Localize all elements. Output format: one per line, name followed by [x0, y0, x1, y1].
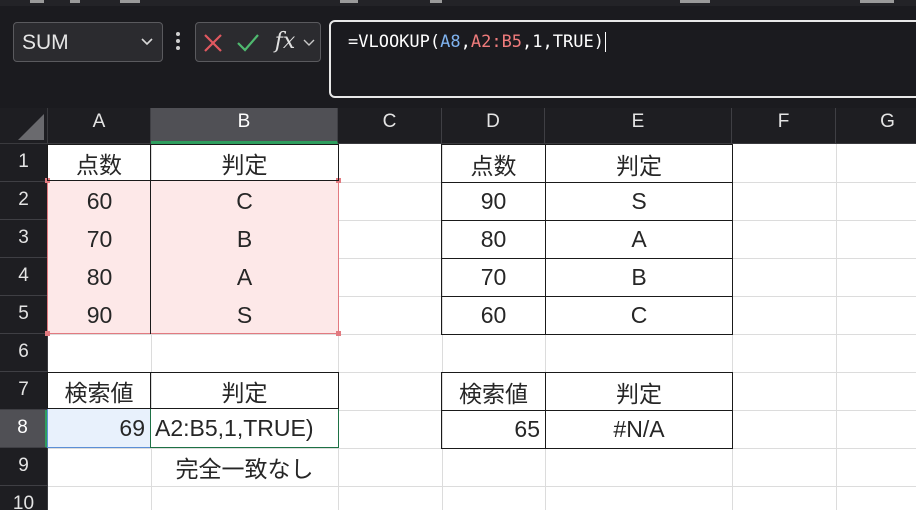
cell-d3[interactable]: 80: [441, 220, 546, 259]
chevron-down-icon[interactable]: [302, 36, 316, 50]
column-header-e[interactable]: E: [545, 108, 732, 144]
cell-e8[interactable]: #N/A: [545, 410, 733, 449]
formula-text: =VLOOKUP(A8,A2:B5,1,TRUE): [348, 32, 606, 52]
column-header-c[interactable]: C: [338, 108, 442, 144]
row-header-8[interactable]: 8: [0, 410, 48, 448]
select-all-button[interactable]: [0, 108, 48, 144]
cell-a8[interactable]: 69: [48, 410, 150, 446]
cell-e4[interactable]: B: [545, 258, 733, 297]
formula-input[interactable]: =VLOOKUP(A8,A2:B5,1,TRUE): [329, 20, 916, 98]
cell-b7[interactable]: 判定: [150, 372, 339, 409]
row-header-6[interactable]: 6: [0, 334, 48, 372]
more-options-icon[interactable]: [175, 30, 181, 56]
cell-a7[interactable]: 検索値: [47, 372, 151, 409]
cell-b4[interactable]: A: [151, 258, 338, 296]
cell-d2[interactable]: 90: [441, 182, 546, 221]
name-box-value: SUM: [22, 31, 69, 54]
row-header-7[interactable]: 7: [0, 372, 48, 410]
cell-d1[interactable]: 点数: [441, 144, 546, 183]
name-box[interactable]: SUM: [13, 22, 163, 62]
cell-e5[interactable]: C: [545, 296, 733, 335]
chevron-down-icon[interactable]: [140, 35, 154, 49]
column-header-f[interactable]: F: [732, 108, 836, 144]
checkmark-icon[interactable]: [236, 32, 260, 54]
cell-b5[interactable]: S: [151, 296, 338, 334]
row-header-5[interactable]: 5: [0, 296, 48, 334]
cell-e2[interactable]: S: [545, 182, 733, 221]
row-header-9[interactable]: 9: [0, 448, 48, 486]
cell-e1[interactable]: 判定: [545, 144, 733, 183]
row-header-1[interactable]: 1: [0, 144, 48, 182]
cell-a1[interactable]: 点数: [47, 144, 151, 181]
formula-buttons: fx: [195, 22, 321, 62]
cell-b1[interactable]: 判定: [150, 144, 339, 181]
column-header-a[interactable]: A: [48, 108, 151, 144]
cell-d7[interactable]: 検索値: [441, 372, 546, 411]
ribbon-edge: [0, 0, 916, 6]
row-header-3[interactable]: 3: [0, 220, 48, 258]
text-caret: [604, 32, 606, 52]
formula-area: SUM fx =VLOOKUP(A8,A2:B5,1,TRUE): [0, 0, 916, 108]
cell-b9[interactable]: 完全一致なし: [151, 448, 338, 486]
insert-function-button[interactable]: fx: [270, 26, 300, 58]
row-header-2[interactable]: 2: [0, 182, 48, 220]
cell-b8-editing[interactable]: A2:B5,1,TRUE): [152, 410, 337, 446]
cell-a5[interactable]: 90: [48, 296, 151, 334]
worksheet-grid[interactable]: A B C D E F G 1 2 3 4 5 6 7 8 9 10 点数 判定…: [0, 108, 916, 510]
row-header-10[interactable]: 10: [0, 486, 48, 510]
cell-b3[interactable]: B: [151, 220, 338, 258]
column-header-d[interactable]: D: [442, 108, 545, 144]
cell-d5[interactable]: 60: [441, 296, 546, 335]
column-header-b[interactable]: B: [151, 108, 338, 144]
cell-a2[interactable]: 60: [48, 182, 151, 220]
cell-d8[interactable]: 65: [441, 410, 546, 449]
cancel-icon[interactable]: [202, 32, 224, 54]
cell-d4[interactable]: 70: [441, 258, 546, 297]
column-header-g[interactable]: G: [836, 108, 916, 144]
formula-ref-lookup: A8: [440, 32, 461, 52]
cell-b2[interactable]: C: [151, 182, 338, 220]
cell-e3[interactable]: A: [545, 220, 733, 259]
row-header-4[interactable]: 4: [0, 258, 48, 296]
cell-e7[interactable]: 判定: [545, 372, 733, 411]
select-all-triangle-icon: [18, 114, 44, 140]
cell-a3[interactable]: 70: [48, 220, 151, 258]
cell-a4[interactable]: 80: [48, 258, 151, 296]
formula-ref-range: A2:B5: [470, 32, 523, 52]
